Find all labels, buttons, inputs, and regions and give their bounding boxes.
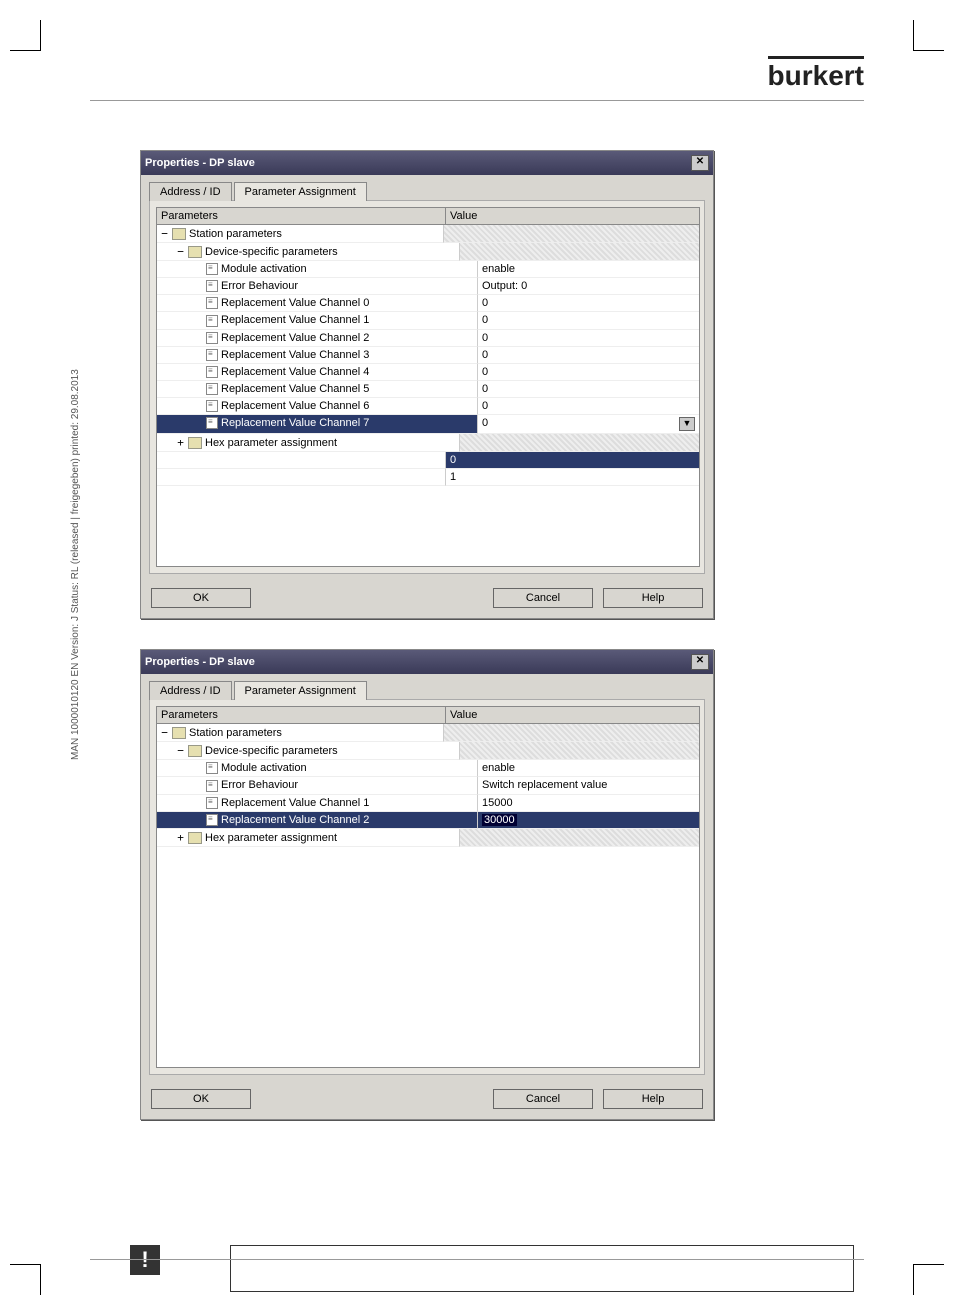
tree-row[interactable]: −Station parameters [157, 724, 699, 742]
tree-row[interactable]: Replacement Value Channel 20 [157, 330, 699, 347]
side-metadata: MAN 1000010120 EN Version: J Status: RL … [70, 369, 81, 760]
tree-row[interactable]: −Station parameters [157, 225, 699, 243]
parameters-grid[interactable]: Parameters Value −Station parameters−Dev… [156, 706, 700, 1068]
tree-row[interactable]: Replacement Value Channel 30 [157, 347, 699, 364]
dialog-title: Properties - DP slave [145, 157, 255, 169]
tab-parameter-assignment[interactable]: Parameter Assignment [234, 182, 367, 201]
grid-header-value: Value [446, 707, 699, 723]
brand-logo: burkert [768, 60, 864, 92]
dialog-title: Properties - DP slave [145, 656, 255, 668]
titlebar[interactable]: Properties - DP slave ✕ [141, 650, 713, 674]
tree-row[interactable]: Replacement Value Channel 40 [157, 364, 699, 381]
parameters-grid[interactable]: Parameters Value −Station parameters−Dev… [156, 207, 700, 567]
grid-header-parameters: Parameters [157, 707, 446, 723]
tree-row[interactable]: Replacement Value Channel 00 [157, 295, 699, 312]
note-box [230, 1245, 854, 1292]
tree-row[interactable]: Error BehaviourOutput: 0 [157, 278, 699, 295]
alert-icon: ! [130, 1245, 160, 1275]
dropdown-option-0[interactable]: 0 [446, 452, 699, 469]
tab-address-id[interactable]: Address / ID [149, 182, 232, 201]
tree-row[interactable]: Replacement Value Channel 10 [157, 312, 699, 329]
tree-row[interactable]: Replacement Value Channel 60 [157, 398, 699, 415]
tree-row[interactable]: Replacement Value Channel 50 [157, 381, 699, 398]
tree-row[interactable]: +Hex parameter assignment [157, 434, 699, 452]
dropdown-arrow-icon[interactable]: ▼ [679, 417, 695, 431]
tree-row[interactable]: +Hex parameter assignment [157, 829, 699, 847]
grid-header-parameters: Parameters [157, 208, 446, 224]
cancel-button[interactable]: Cancel [493, 1089, 593, 1109]
close-icon[interactable]: ✕ [691, 654, 709, 670]
tree-row[interactable]: Replacement Value Channel 70▼ [157, 415, 699, 434]
tree-row[interactable]: Error BehaviourSwitch replacement value [157, 777, 699, 794]
tree-row[interactable]: Replacement Value Channel 115000 [157, 795, 699, 812]
tree-row[interactable]: −Device-specific parameters [157, 243, 699, 261]
ok-button[interactable]: OK [151, 588, 251, 608]
tab-address-id[interactable]: Address / ID [149, 681, 232, 700]
close-icon[interactable]: ✕ [691, 155, 709, 171]
tree-row[interactable]: Module activationenable [157, 760, 699, 777]
titlebar[interactable]: Properties - DP slave ✕ [141, 151, 713, 175]
tree-row[interactable]: Replacement Value Channel 230000 [157, 812, 699, 829]
cancel-button[interactable]: Cancel [493, 588, 593, 608]
tab-parameter-assignment[interactable]: Parameter Assignment [234, 681, 367, 700]
dialog-properties-1: Properties - DP slave ✕ Address / ID Par… [140, 150, 714, 619]
tree-row[interactable]: −Device-specific parameters [157, 742, 699, 760]
dialog-properties-2: Properties - DP slave ✕ Address / ID Par… [140, 649, 714, 1120]
dropdown-option-1[interactable]: 1 [446, 469, 699, 486]
help-button[interactable]: Help [603, 1089, 703, 1109]
help-button[interactable]: Help [603, 588, 703, 608]
tree-row[interactable]: Module activationenable [157, 261, 699, 278]
ok-button[interactable]: OK [151, 1089, 251, 1109]
grid-header-value: Value [446, 208, 699, 224]
